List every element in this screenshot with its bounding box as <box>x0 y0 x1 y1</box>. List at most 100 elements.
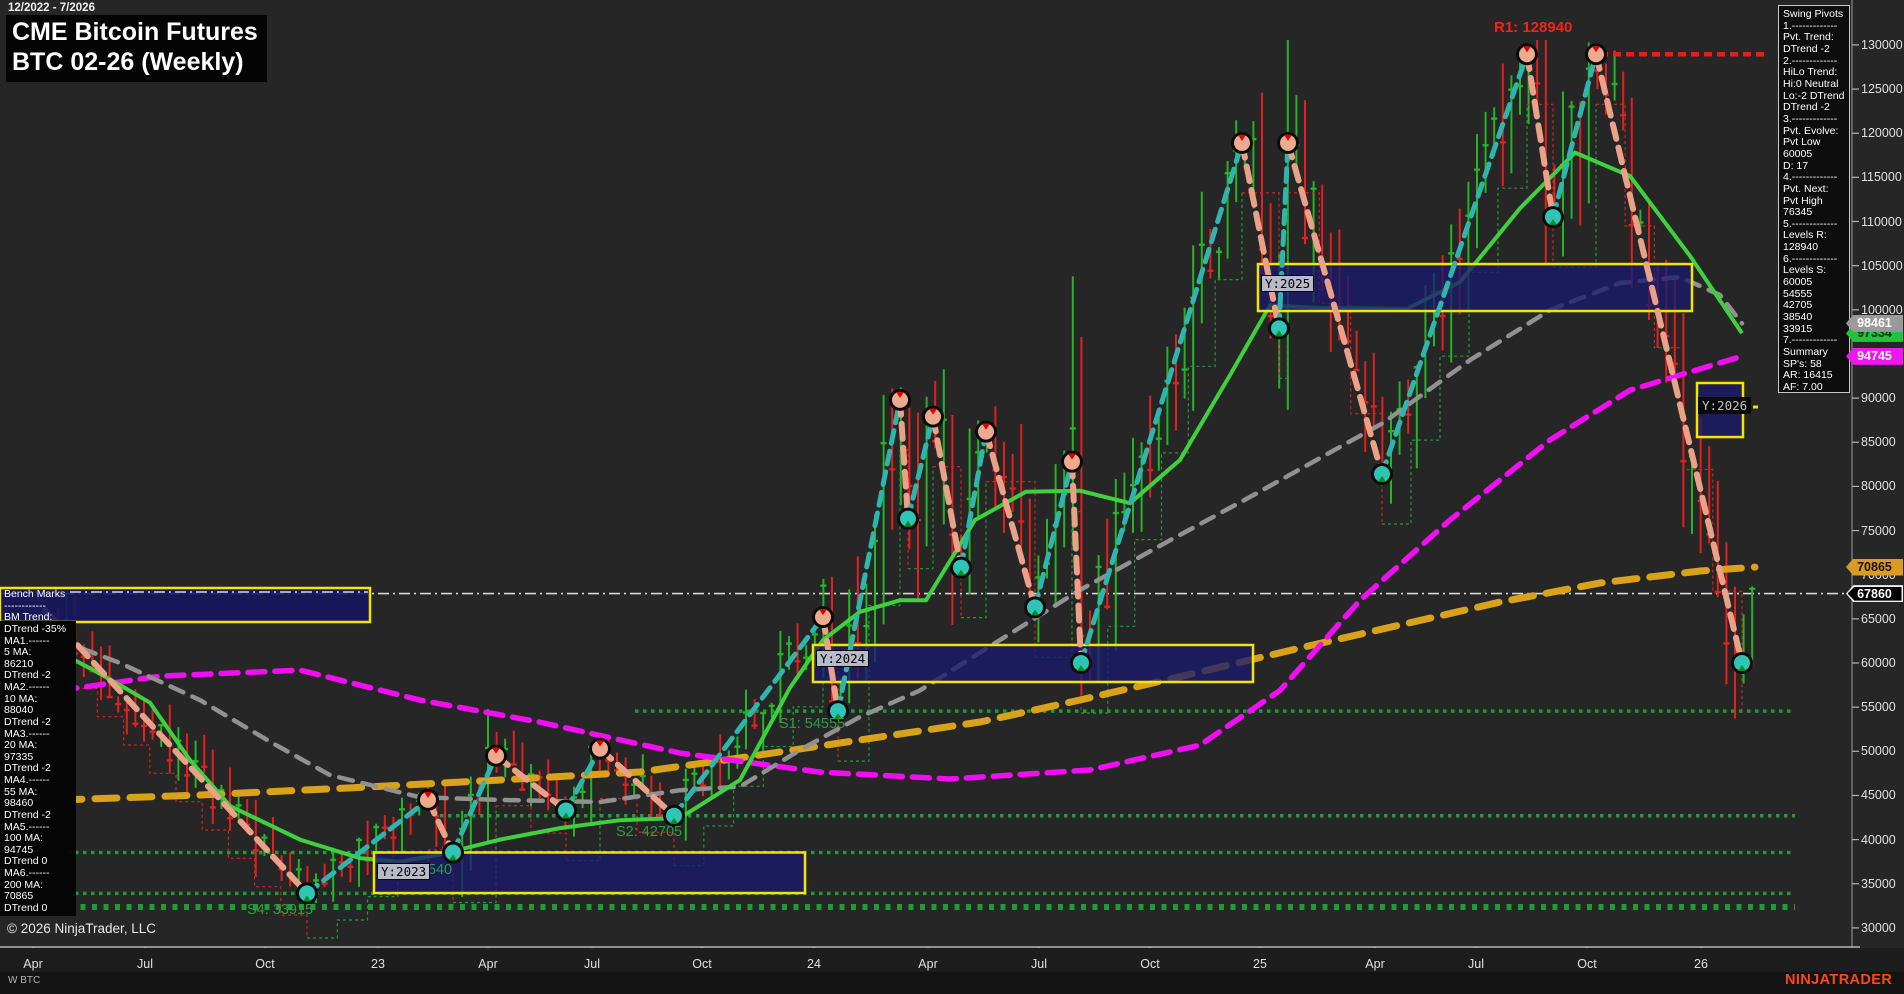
time-axis-label[interactable]: 24 <box>807 957 821 971</box>
candle-close-tick <box>700 784 706 786</box>
candle <box>883 395 885 624</box>
time-axis-label[interactable]: Apr <box>1365 957 1384 971</box>
price-axis-label[interactable]: 75000 <box>1861 524 1896 538</box>
price-axis-label[interactable]: 50000 <box>1861 744 1896 758</box>
year-box-chip: Y:2024 <box>816 650 869 667</box>
candle-close-tick <box>236 804 242 806</box>
candle-close-tick <box>1113 512 1119 514</box>
candle <box>547 760 549 811</box>
candle-close-tick <box>683 779 689 781</box>
support-level-label: S2: 42705 <box>616 824 682 840</box>
price-axis-label[interactable]: 85000 <box>1861 435 1896 449</box>
time-axis-label[interactable]: Oct <box>692 957 711 971</box>
price-axis-label[interactable]: 110000 <box>1861 215 1902 229</box>
price-axis-label[interactable]: 80000 <box>1861 479 1896 493</box>
candle-close-tick <box>1440 315 1446 317</box>
chart-title-line2: BTC 02-26 (Weekly) <box>12 47 258 77</box>
price-axis-label[interactable]: 55000 <box>1861 700 1896 714</box>
swing-pivots-line: Hi:0 Neutral <box>1783 79 1845 91</box>
price-axis-label[interactable]: 40000 <box>1861 833 1896 847</box>
candle-close-tick <box>812 633 818 635</box>
candle <box>1012 454 1014 512</box>
candle-close-tick <box>769 705 775 707</box>
time-axis-label[interactable]: 26 <box>1694 957 1708 971</box>
swing-pivots-line: Swing Pivots <box>1783 9 1845 21</box>
candle-close-tick <box>820 584 826 586</box>
candle-close-tick <box>1010 487 1016 489</box>
chart-date-range: 12/2022 - 7/2026 <box>8 2 95 14</box>
candle-close-tick <box>227 817 233 819</box>
candle-close-tick <box>760 712 766 714</box>
price-axis-label[interactable]: 65000 <box>1861 612 1896 626</box>
price-axis-label[interactable]: 90000 <box>1861 391 1896 405</box>
candle <box>1261 93 1263 292</box>
candle-close-tick <box>1268 315 1274 317</box>
candle <box>1115 479 1117 651</box>
price-axis-label[interactable]: 100000 <box>1861 303 1903 317</box>
time-axis-strip[interactable] <box>0 948 1904 972</box>
candle <box>943 369 945 524</box>
candle <box>539 771 541 799</box>
price-axis-label[interactable]: 30000 <box>1861 921 1896 935</box>
candle <box>1579 102 1581 226</box>
price-axis-label[interactable]: 35000 <box>1861 877 1896 891</box>
candle-close-tick <box>468 794 474 796</box>
price-axis-label[interactable]: 115000 <box>1861 170 1902 184</box>
price-tag-67860: 67860 <box>1846 585 1903 602</box>
candle-close-tick <box>1500 141 1506 143</box>
price-axis-label[interactable]: 105000 <box>1861 259 1903 273</box>
candle-close-tick <box>734 745 740 747</box>
price-tag-value: 70865 <box>1846 559 1903 576</box>
swing-pivots-line: 60005 <box>1783 277 1845 289</box>
year-range-box <box>813 645 1253 682</box>
year-box-chip: Y:2023 <box>377 863 430 880</box>
candle-close-tick <box>1216 251 1222 253</box>
time-axis-label[interactable]: Oct <box>255 957 274 971</box>
candle <box>1571 101 1573 219</box>
year-box-chip: Y:2026 <box>1698 397 1751 414</box>
swing-pivots-line: 38540 <box>1783 312 1845 324</box>
time-axis-label[interactable]: Jul <box>137 957 153 971</box>
support-level-label: S4: 33915 <box>247 902 313 918</box>
candle-close-tick <box>132 723 138 725</box>
candle <box>1390 412 1392 504</box>
time-axis-label[interactable]: Apr <box>478 957 497 971</box>
candle-close-tick <box>1302 237 1308 239</box>
candle <box>1725 542 1727 684</box>
candle <box>1614 51 1616 101</box>
price-tag-value: 94745 <box>1846 348 1903 365</box>
year-box-chip: Y:2025 <box>1261 275 1314 292</box>
time-axis-label[interactable]: Jul <box>1468 957 1484 971</box>
candle-close-tick <box>786 642 792 644</box>
candle-close-tick <box>1491 117 1497 119</box>
bench-marks-line: MA2.------ <box>4 682 72 694</box>
chart-canvas[interactable] <box>0 0 1904 994</box>
candle <box>410 803 412 834</box>
candle-close-tick <box>373 826 379 828</box>
candle-close-tick <box>519 788 525 790</box>
time-axis-label[interactable]: Oct <box>1140 957 1159 971</box>
time-axis-label[interactable]: Apr <box>918 957 937 971</box>
swing-pivots-line: Pvt. Next: <box>1783 184 1845 196</box>
candle <box>126 703 128 735</box>
price-axis-label[interactable]: 120000 <box>1861 126 1903 140</box>
time-axis-label[interactable]: Jul <box>584 957 600 971</box>
price-axis-label[interactable]: 125000 <box>1861 82 1903 96</box>
price-axis-label[interactable]: 45000 <box>1861 788 1896 802</box>
price-axis-label[interactable]: 130000 <box>1861 38 1903 52</box>
candle-close-tick <box>1371 405 1377 407</box>
candle-close-tick <box>777 653 783 655</box>
time-axis-label[interactable]: Oct <box>1577 957 1596 971</box>
candle-close-tick <box>623 784 629 786</box>
swing-pivots-line: DTrend -2 <box>1783 44 1845 56</box>
bench-marks-line: Bench Marks <box>4 589 72 601</box>
price-tag-value: 98461 <box>1846 315 1903 332</box>
candle-close-tick <box>347 866 353 868</box>
price-axis-label[interactable]: 60000 <box>1861 656 1896 670</box>
candle-close-tick <box>1749 588 1755 590</box>
time-axis-label[interactable]: 23 <box>371 957 385 971</box>
time-axis-label[interactable]: 25 <box>1253 957 1267 971</box>
time-axis-label[interactable]: Jul <box>1031 957 1047 971</box>
candle <box>1020 424 1022 559</box>
time-axis-label[interactable]: Apr <box>23 957 42 971</box>
